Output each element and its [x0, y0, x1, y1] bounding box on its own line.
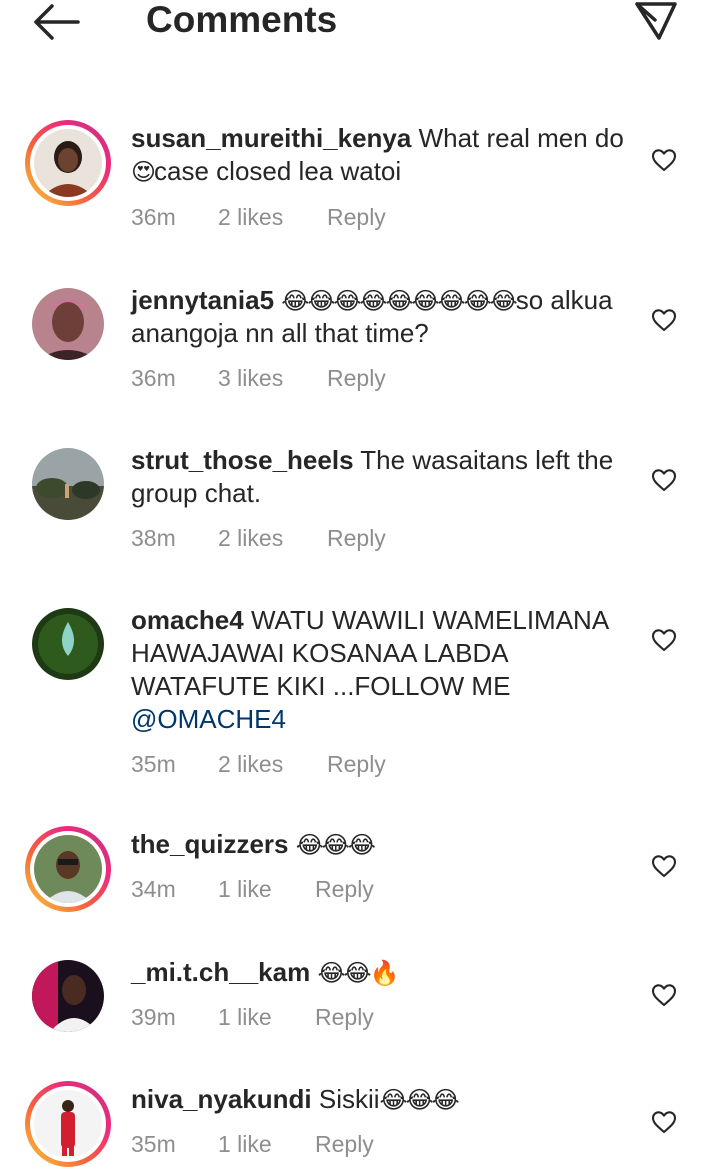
paper-plane-icon[interactable]	[633, 0, 679, 42]
likes-count[interactable]: 3 likes	[218, 364, 283, 392]
heart-outline-icon[interactable]	[651, 983, 677, 1007]
heart-outline-icon[interactable]	[651, 308, 677, 332]
comment-username[interactable]: susan_mureithi_kenya	[131, 123, 411, 153]
likes-count[interactable]: 2 likes	[218, 750, 283, 778]
avatar[interactable]	[32, 608, 104, 680]
comment-time: 38m	[131, 525, 176, 551]
comment-text: niva_nyakundi Siskii😂😂😂	[131, 1083, 631, 1116]
avatar[interactable]	[25, 826, 111, 912]
emoji: 😂😂😂😂😂😂😂😂😂	[281, 288, 517, 315]
avatar[interactable]	[32, 448, 104, 520]
comment-text: strut_those_heels The wasaitans left the…	[131, 444, 631, 510]
heart-outline-icon[interactable]	[651, 628, 677, 652]
mention-link[interactable]: @OMACHE4	[131, 704, 286, 734]
emoji: 😂😂😂	[379, 1087, 460, 1114]
comment-text: jennytania5 😂😂😂😂😂😂😂😂😂so alkua anangoja n…	[131, 284, 631, 350]
comment-time: 39m	[131, 1004, 176, 1030]
comment-username[interactable]: strut_those_heels	[131, 445, 354, 475]
comment-time: 35m	[131, 1131, 176, 1157]
comment-body: Siskii	[318, 1084, 380, 1114]
avatar[interactable]	[32, 288, 104, 360]
reply-button[interactable]: Reply	[327, 524, 386, 552]
comment-username[interactable]: niva_nyakundi	[131, 1084, 312, 1114]
avatar[interactable]	[32, 960, 104, 1032]
likes-count[interactable]: 1 like	[218, 1003, 272, 1031]
heart-outline-icon[interactable]	[651, 468, 677, 492]
reply-button[interactable]: Reply	[315, 1130, 374, 1158]
avatar[interactable]	[25, 1081, 111, 1167]
comment-body: What real men do	[418, 123, 624, 153]
comment-username[interactable]: jennytania5	[131, 285, 274, 315]
emoji: 😍	[131, 159, 156, 186]
reply-button[interactable]: Reply	[315, 875, 374, 903]
heart-outline-icon[interactable]	[651, 148, 677, 172]
comment-username[interactable]: the_quizzers	[131, 829, 289, 859]
likes-count[interactable]: 2 likes	[218, 203, 283, 231]
reply-button[interactable]: Reply	[327, 203, 386, 231]
comment-time: 34m	[131, 876, 176, 902]
likes-count[interactable]: 1 like	[218, 875, 272, 903]
page-title: Comments	[146, 0, 338, 40]
comment-time: 35m	[131, 751, 176, 777]
reply-button[interactable]: Reply	[327, 364, 386, 392]
avatar[interactable]	[25, 120, 111, 206]
likes-count[interactable]: 2 likes	[218, 524, 283, 552]
reply-button[interactable]: Reply	[315, 1003, 374, 1031]
emoji: 😂😂😂	[295, 832, 376, 859]
header-bar: Comments	[0, 0, 719, 60]
comment-text: _mi.t.ch__kam 😂😂🔥	[131, 956, 631, 989]
comment-text: susan_mureithi_kenya What real men do 😍c…	[131, 122, 631, 188]
likes-count[interactable]: 1 like	[218, 1130, 272, 1158]
comment-body: case closed lea watoi	[154, 156, 402, 186]
reply-button[interactable]: Reply	[327, 750, 386, 778]
heart-outline-icon[interactable]	[651, 854, 677, 878]
comment-username[interactable]: _mi.t.ch__kam	[131, 957, 310, 987]
comment-username[interactable]: omache4	[131, 605, 244, 635]
back-arrow-icon[interactable]	[30, 2, 82, 42]
comment-time: 36m	[131, 204, 176, 230]
comment-text: the_quizzers 😂😂😂	[131, 828, 631, 861]
heart-outline-icon[interactable]	[651, 1110, 677, 1134]
comment-text: omache4 WATU WAWILI WAMELIMANA HAWAJAWAI…	[131, 604, 631, 736]
emoji: 😂😂🔥	[317, 960, 399, 987]
comment-time: 36m	[131, 365, 176, 391]
